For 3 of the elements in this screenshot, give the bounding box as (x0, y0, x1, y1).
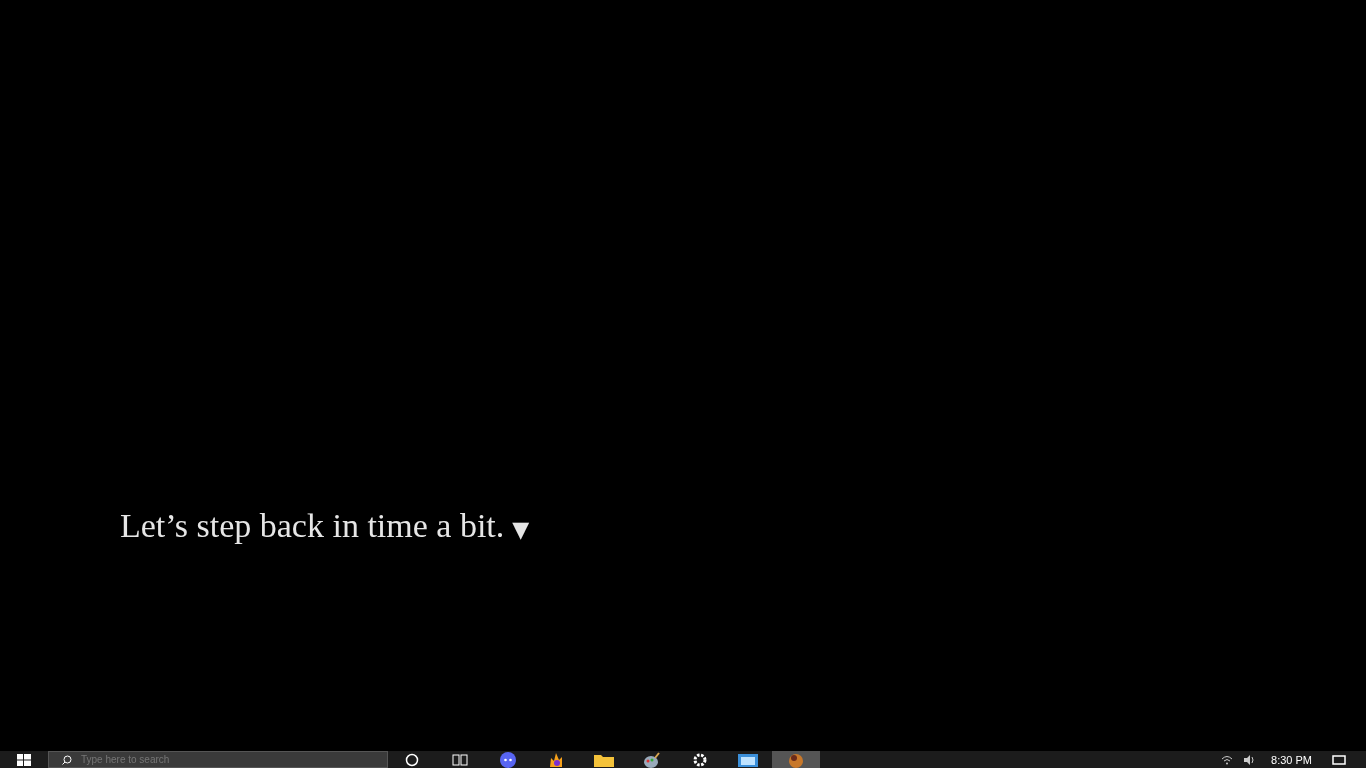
clock-time[interactable]: 8:30 PM (1271, 753, 1312, 766)
dialogue-text: Let’s step back in time a bit. (120, 507, 505, 545)
advance-marker[interactable]: ▼ (512, 517, 530, 542)
